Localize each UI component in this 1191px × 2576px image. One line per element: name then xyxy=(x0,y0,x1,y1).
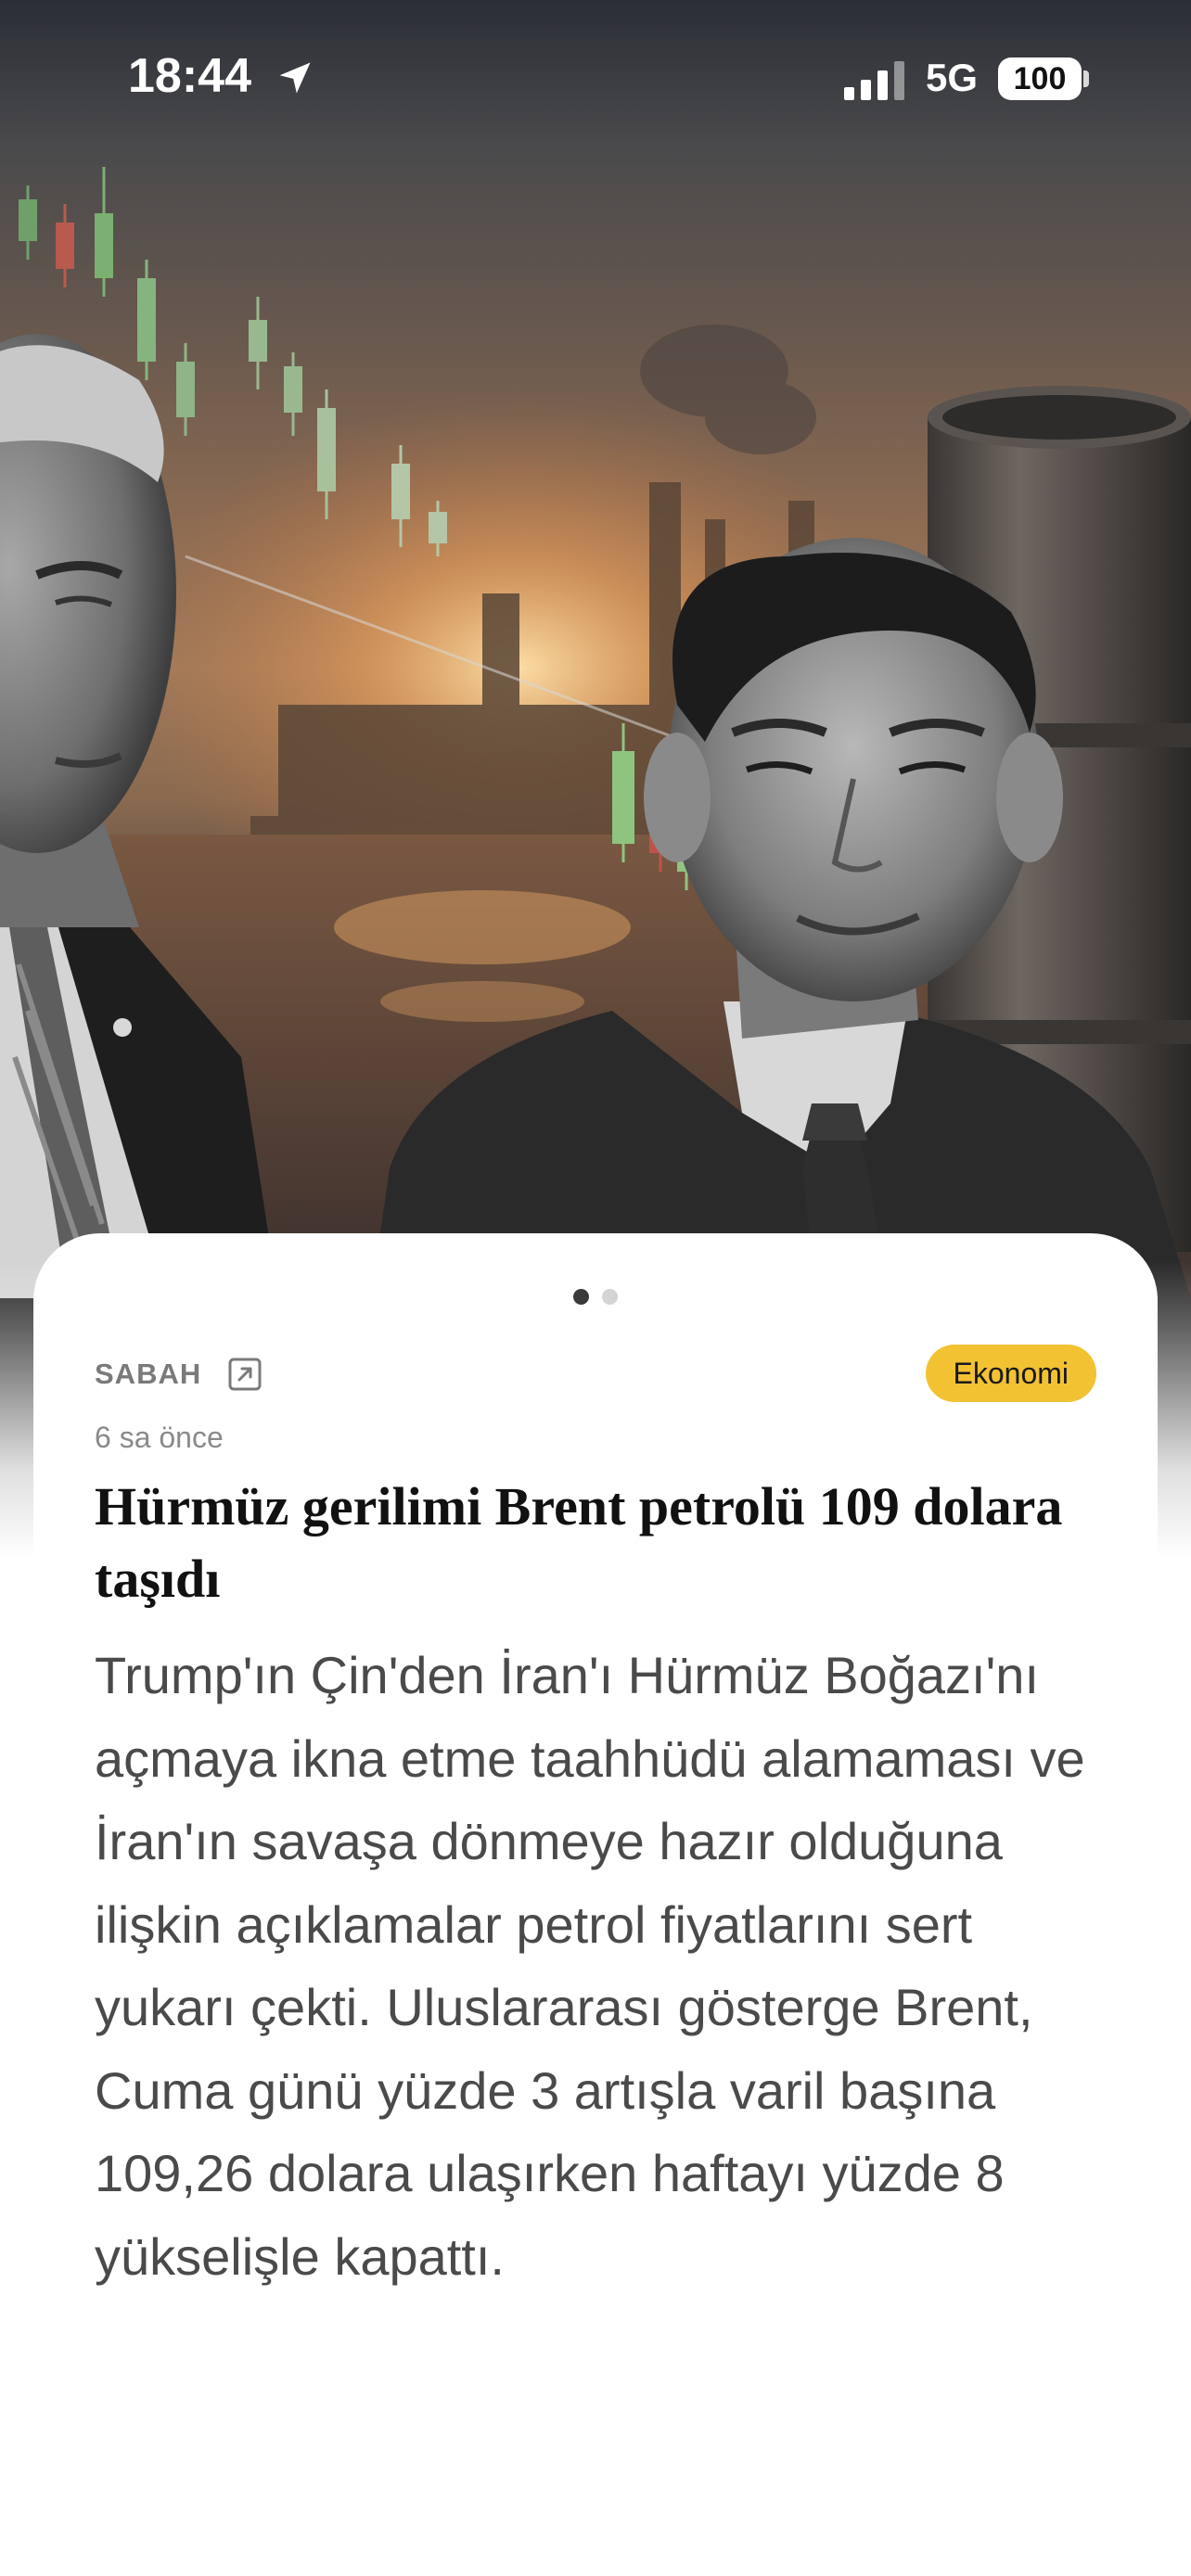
cellular-signal-icon xyxy=(844,61,904,100)
location-arrow-icon xyxy=(279,62,311,94)
battery-level: 100 xyxy=(1013,61,1067,96)
category-badge[interactable]: Ekonomi xyxy=(925,1345,1096,1402)
pager-dot[interactable] xyxy=(602,1289,618,1305)
network-type-label: 5G xyxy=(926,56,979,99)
article-summary: Trump'ın Çin'den İran'ı Hürmüz Boğazı'nı… xyxy=(95,1646,1085,2286)
external-link-icon[interactable] xyxy=(226,1356,263,1393)
article-card[interactable]: SABAH Ekonomi 6 sa önce Hürmüz gerilimi … xyxy=(33,1233,1158,2576)
source-name[interactable]: SABAH xyxy=(95,1358,201,1391)
article-timestamp: 6 sa önce xyxy=(95,1421,224,1454)
pager-dots[interactable] xyxy=(33,1289,1158,1306)
pager-dot-active[interactable] xyxy=(573,1289,589,1305)
battery-icon: 100 xyxy=(998,57,1082,100)
article-headline[interactable]: Hürmüz gerilimi Brent petrolü 109 dolara… xyxy=(95,1471,1096,1615)
source-row: SABAH Ekonomi xyxy=(95,1345,1096,1404)
status-time: 18:44 xyxy=(128,49,251,103)
status-bar: 18:44 5G 100 xyxy=(0,0,1191,158)
battery-tip xyxy=(1083,70,1089,87)
